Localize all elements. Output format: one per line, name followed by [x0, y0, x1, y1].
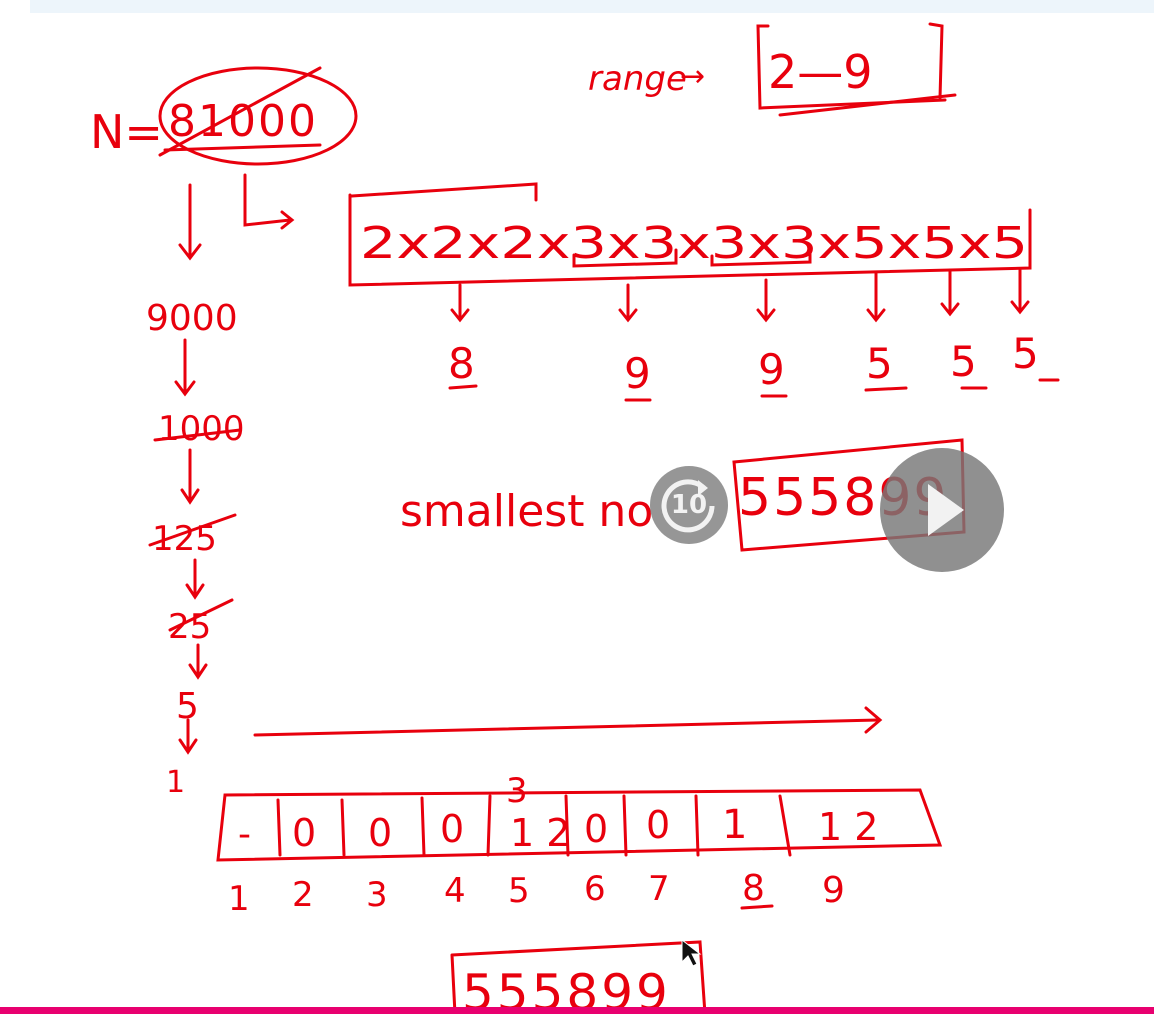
- digit-label: 9: [822, 870, 845, 911]
- digit-label: 2: [292, 875, 314, 915]
- count-cell: 0: [368, 811, 392, 855]
- count-cell: 1: [722, 802, 747, 848]
- digit-label: 8: [742, 868, 765, 909]
- range-label: range: [588, 59, 687, 99]
- count-cell: 1 2: [510, 811, 570, 855]
- division-step: 125: [152, 519, 217, 559]
- n-value: 81000: [168, 96, 318, 147]
- division-step: 25: [168, 607, 211, 647]
- digit-label: 6: [584, 869, 606, 909]
- n-label: N=: [90, 105, 163, 159]
- division-step: 1: [166, 765, 185, 800]
- digit-label: 7: [648, 869, 670, 909]
- factorization: 2x2x2x3x3x3x3x5x5x5: [360, 218, 1028, 269]
- digit-label: 5: [508, 871, 530, 911]
- division-step: 5: [176, 686, 199, 727]
- digit-label: 1: [228, 879, 250, 919]
- count-above: 3: [506, 771, 528, 811]
- count-cell: 1 2: [818, 805, 878, 849]
- progress-bar[interactable]: [0, 1007, 1154, 1014]
- group-value: 9: [758, 345, 785, 394]
- group-value: 5: [866, 339, 893, 388]
- division-step: 1000: [158, 409, 245, 449]
- digit-label: 4: [444, 871, 466, 911]
- division-step: 9000: [146, 298, 238, 339]
- play-icon: [928, 484, 964, 536]
- group-value: 9: [624, 349, 651, 398]
- play-button[interactable]: [880, 448, 1004, 572]
- group-value: 8: [448, 339, 475, 388]
- rewind-10-button[interactable]: 10: [650, 466, 728, 544]
- count-cell: 0: [292, 811, 316, 855]
- count-cell: 0: [440, 807, 464, 851]
- range-value: 2—9: [768, 45, 873, 99]
- group-value: 5: [1012, 329, 1039, 378]
- digit-label: 3: [366, 875, 388, 915]
- smallest-label: smallest no: [400, 486, 653, 537]
- range-arrow-icon: →: [680, 59, 705, 94]
- count-cell: -: [238, 814, 251, 855]
- count-cell: 0: [646, 803, 670, 847]
- count-cell: 0: [584, 807, 608, 851]
- long-arrow: [253, 718, 880, 737]
- rewind-label: 10: [670, 490, 708, 520]
- group-value: 5: [950, 337, 977, 386]
